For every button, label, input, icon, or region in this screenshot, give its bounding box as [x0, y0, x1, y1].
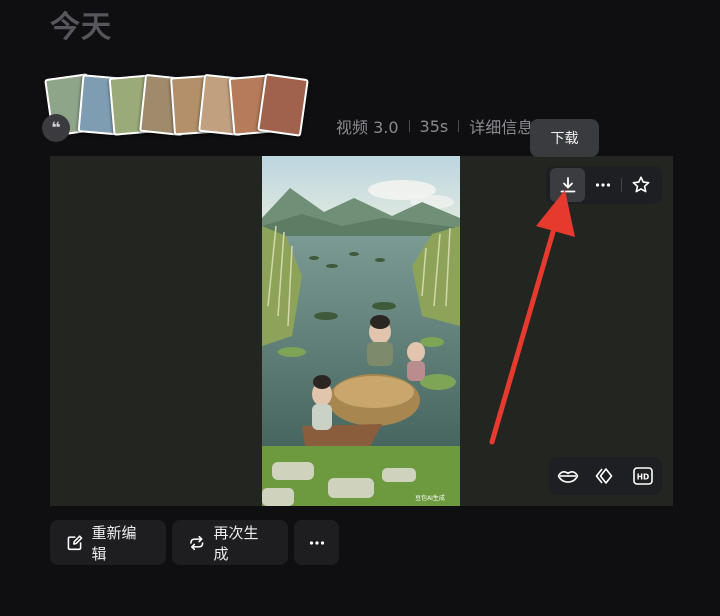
- quote-icon[interactable]: ❝: [42, 114, 70, 142]
- regenerate-label: 再次生成: [213, 523, 259, 563]
- meta-divider: [408, 120, 410, 132]
- video-tools: HD: [549, 457, 662, 495]
- model-label: 视频 3.0: [336, 118, 399, 137]
- download-icon: [560, 177, 575, 193]
- extend-button[interactable]: [587, 459, 623, 493]
- more-actions-button[interactable]: [294, 520, 339, 565]
- more-icon: [595, 183, 610, 187]
- video-toolbar: [546, 166, 662, 204]
- regenerate-button[interactable]: 再次生成: [172, 520, 288, 565]
- extend-icon: [596, 468, 613, 484]
- generation-meta: 视频 3.0 35s 详细信息: [336, 114, 533, 138]
- reedit-label: 重新编辑: [91, 523, 137, 563]
- hd-upscale-button[interactable]: HD: [625, 459, 661, 493]
- action-bar: 重新编辑 再次生成: [50, 520, 339, 565]
- more-icon: [309, 540, 324, 545]
- lips-icon: [557, 471, 579, 483]
- toolbar-divider: [621, 178, 622, 192]
- hd-icon: HD: [633, 467, 653, 485]
- thumbnail: [257, 73, 309, 137]
- star-icon: [632, 176, 649, 193]
- video-card[interactable]: 豆包AI生成: [50, 156, 673, 506]
- reference-image-stack[interactable]: [44, 72, 318, 142]
- refresh-icon: [190, 535, 204, 550]
- duration-label: 35s: [419, 116, 449, 136]
- download-tooltip: 下载: [530, 119, 599, 157]
- reedit-button[interactable]: 重新编辑: [50, 520, 166, 565]
- watermark: 豆包AI生成: [415, 494, 445, 502]
- section-title: 今天: [50, 10, 112, 45]
- hd-label: HD: [637, 473, 650, 482]
- more-options-button[interactable]: [585, 168, 620, 202]
- video-preview[interactable]: 豆包AI生成: [262, 156, 460, 506]
- page: 今天 ❝ 视频 3.0 35s 详细信息 豆包AI生成 下载 HD 重新编辑 再…: [0, 0, 720, 616]
- meta-divider: [458, 120, 460, 132]
- details-link[interactable]: 详细信息: [469, 114, 533, 138]
- lip-sync-button[interactable]: [550, 459, 586, 493]
- download-button[interactable]: [550, 168, 586, 202]
- edit-icon: [67, 534, 83, 550]
- favorite-button[interactable]: [623, 168, 658, 202]
